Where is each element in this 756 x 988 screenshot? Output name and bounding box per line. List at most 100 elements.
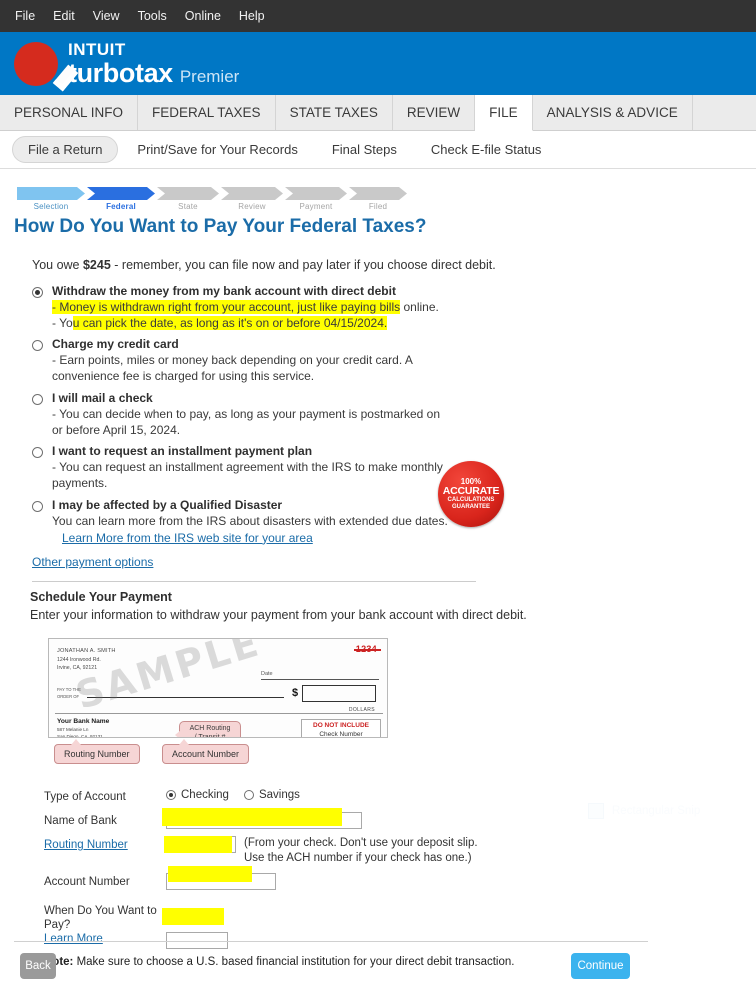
do-not-include-callout: DO NOT INCLUDE Check Number bbox=[301, 719, 381, 738]
ach-callout-line-2: / Transit # bbox=[194, 734, 226, 739]
option-desc-highlight-2: u can pick the date, as long as it's on … bbox=[72, 315, 388, 330]
subnav-file-a-return[interactable]: File a Return bbox=[12, 136, 119, 163]
label-name-of-bank: Name of Bank bbox=[44, 814, 117, 827]
check-date-line bbox=[261, 679, 379, 681]
link-learn-more[interactable]: Learn More bbox=[44, 933, 103, 945]
check-bank-addr2: San Diego, CA, 92131 bbox=[57, 734, 103, 739]
check-pay-to-line2: ORDER OF bbox=[57, 693, 80, 699]
progress-step-label: State bbox=[178, 202, 198, 211]
tag-account-number: Account Number bbox=[162, 739, 250, 765]
option-desc-head-2: - Yo bbox=[52, 315, 73, 330]
continue-button[interactable]: Continue bbox=[571, 953, 630, 979]
input-account-number[interactable] bbox=[166, 872, 276, 890]
tab-federal-taxes[interactable]: FEDERAL TAXES bbox=[138, 95, 276, 130]
progress-step-review[interactable]: Review bbox=[221, 187, 283, 211]
progress-step-payment[interactable]: Payment bbox=[285, 187, 347, 211]
when-pay-label-line-1: When Do You Want to bbox=[44, 904, 157, 917]
option-description: - Money is withdrawn right from your acc… bbox=[52, 299, 439, 316]
progress-step-federal[interactable]: Federal bbox=[87, 187, 155, 211]
progress-step-label: Filed bbox=[368, 202, 388, 211]
ach-callout-line-1: ACH Routing bbox=[189, 725, 231, 733]
main-tab-bar: PERSONAL INFO FEDERAL TAXES STATE TAXES … bbox=[0, 95, 756, 131]
form-row-account-number: Account Number bbox=[44, 872, 756, 890]
menu-item-help[interactable]: Help bbox=[230, 7, 274, 26]
link-routing-number[interactable]: Routing Number bbox=[44, 839, 128, 851]
menu-item-online[interactable]: Online bbox=[176, 7, 230, 26]
sample-check-image: JONATHAN A. SMITH 1244 Ironwood Rd. Irvi… bbox=[48, 638, 388, 739]
menu-item-view[interactable]: View bbox=[84, 7, 129, 26]
link-learn-more-irs[interactable]: Learn More from the IRS web site for you… bbox=[62, 531, 313, 547]
radio-installment-plan[interactable] bbox=[32, 447, 43, 459]
bank-note: Note: Make sure to choose a U.S. based f… bbox=[44, 956, 756, 968]
input-name-of-bank[interactable] bbox=[166, 811, 362, 829]
brand-banner: INTUIT turbotax Premier bbox=[0, 32, 756, 95]
subnav-final-steps[interactable]: Final Steps bbox=[317, 137, 412, 162]
progress-step-state[interactable]: State bbox=[157, 187, 219, 211]
page-title: How Do You Want to Pay Your Federal Taxe… bbox=[14, 216, 427, 237]
tab-file[interactable]: FILE bbox=[475, 95, 533, 131]
option-credit-card[interactable]: Charge my credit card - Earn points, mil… bbox=[32, 337, 756, 384]
option-installment-plan[interactable]: I want to request an installment payment… bbox=[32, 444, 756, 491]
menu-item-file[interactable]: File bbox=[6, 7, 44, 26]
form-row-account-type: Type of Account Checking Savings bbox=[44, 788, 756, 804]
tab-bar-filler bbox=[692, 95, 756, 130]
option-desc-tail-1: online. bbox=[400, 299, 439, 314]
input-routing-number[interactable] bbox=[166, 835, 236, 853]
option-title: Charge my credit card bbox=[52, 337, 179, 352]
option-qualified-disaster[interactable]: I may be affected by a Qualified Disaste… bbox=[32, 498, 756, 546]
check-field-callouts: Routing Number Account Number bbox=[54, 739, 756, 768]
subnav-check-efile-status[interactable]: Check E-file Status bbox=[416, 137, 557, 162]
footer-divider bbox=[14, 941, 648, 942]
badge-line-4: GUARANTEE bbox=[451, 503, 490, 510]
progress-step-label: Review bbox=[238, 202, 266, 211]
progress-step-selection[interactable]: Selection bbox=[17, 187, 85, 211]
routing-hint-line-2: Use the ACH number if your check has one… bbox=[244, 851, 472, 864]
option-title: I will mail a check bbox=[52, 390, 153, 405]
option-description: - Earn points, miles or money back depen… bbox=[52, 353, 413, 384]
option-mail-check[interactable]: I will mail a check - You can decide whe… bbox=[32, 391, 756, 438]
option-direct-debit[interactable]: Withdraw the money from my bank account … bbox=[32, 284, 756, 331]
form-row-bank-name: Name of Bank bbox=[44, 811, 756, 829]
checkmark-badge-icon bbox=[14, 41, 79, 91]
check-payer-address: JONATHAN A. SMITH 1244 Ironwood Rd. Irvi… bbox=[57, 647, 116, 672]
radio-direct-debit[interactable] bbox=[32, 287, 43, 298]
radio-credit-card[interactable] bbox=[32, 340, 43, 352]
radio-mail-check[interactable] bbox=[32, 393, 43, 405]
check-bank-name: Your Bank Name bbox=[57, 718, 110, 726]
label-checking: Checking bbox=[181, 789, 229, 802]
back-button[interactable]: Back bbox=[20, 953, 56, 979]
label-routing-number: Routing Number bbox=[44, 836, 166, 852]
progress-step-filed[interactable]: Filed bbox=[349, 187, 407, 211]
check-pay-to-label: PAY TO THE ORDER OF bbox=[57, 687, 81, 700]
schedule-payment-heading: Schedule Your Payment bbox=[30, 590, 172, 605]
label-account-number: Account Number bbox=[44, 875, 130, 888]
tab-analysis-advice[interactable]: ANALYSIS & ADVICE bbox=[532, 95, 693, 130]
do-not-include-line-1: DO NOT INCLUDE bbox=[313, 722, 369, 730]
badge-line-2: ACCURATE bbox=[442, 485, 500, 498]
routing-hint-line-1: (From your check. Don't use your deposit… bbox=[244, 836, 478, 849]
check-date-label: Date bbox=[261, 671, 273, 678]
tab-review[interactable]: REVIEW bbox=[392, 95, 476, 130]
option-desc-highlight-1: - Money is withdrawn right from your acc… bbox=[52, 299, 401, 314]
account-type-radio-group: Checking Savings bbox=[166, 788, 300, 801]
page-content: Selection Federal State Review Payment F… bbox=[0, 169, 756, 968]
check-dollar-sign: $ bbox=[292, 687, 299, 700]
link-other-payment-options[interactable]: Other payment options bbox=[32, 555, 153, 569]
check-pay-to-line1: PAY TO THE bbox=[57, 687, 81, 693]
do-not-include-line-2: Check Number bbox=[319, 731, 363, 739]
subnav-print-save-records[interactable]: Print/Save for Your Records bbox=[122, 137, 312, 162]
option-description: - You can decide when to pay, as long as… bbox=[52, 406, 441, 437]
menu-item-edit[interactable]: Edit bbox=[44, 7, 84, 26]
radio-savings[interactable] bbox=[243, 790, 254, 801]
form-row-routing-number: Routing Number (From your check. Don't u… bbox=[44, 835, 756, 866]
radio-checking[interactable] bbox=[166, 790, 176, 801]
owe-amount-value: $245 bbox=[82, 258, 111, 272]
accuracy-guarantee-badge: 100% ACCURATE CALCULATIONS GUARANTEE bbox=[438, 461, 504, 527]
tab-personal-info[interactable]: PERSONAL INFO bbox=[0, 95, 139, 130]
note-text: Make sure to choose a U.S. based financi… bbox=[73, 955, 515, 968]
radio-qualified-disaster[interactable] bbox=[32, 500, 43, 512]
routing-number-hint: (From your check. Don't use your deposit… bbox=[244, 836, 478, 866]
option-description: You can learn more from the IRS about di… bbox=[52, 513, 448, 528]
tab-state-taxes[interactable]: STATE TAXES bbox=[275, 95, 393, 130]
menu-item-tools[interactable]: Tools bbox=[129, 7, 176, 26]
